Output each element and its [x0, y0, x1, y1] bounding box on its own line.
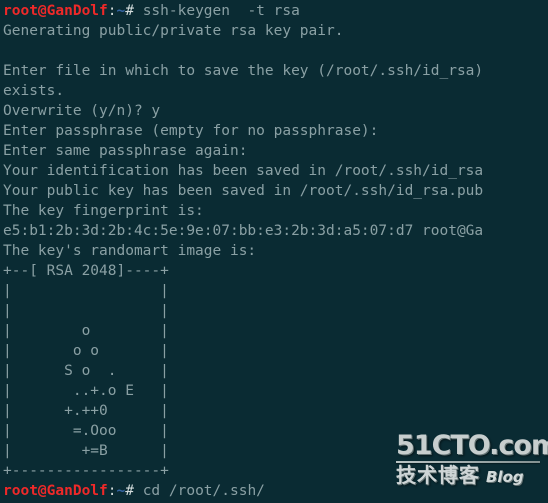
terminal-output-line: | S o . |	[3, 363, 169, 379]
terminal-output-line: Enter file in which to save the key (/ro…	[3, 63, 484, 79]
terminal-output-line: Your identification has been saved in /r…	[3, 163, 484, 179]
terminal-output-line: | o |	[3, 323, 169, 339]
terminal-output-line: exists.	[3, 83, 65, 99]
terminal-output-line: +-----------------+	[3, 463, 169, 479]
prompt-hash: #	[125, 483, 134, 499]
terminal-output-line: Overwrite (y/n)? y	[3, 103, 161, 119]
prompt-user-host: root@GanDolf	[3, 483, 108, 499]
prompt-tilde: ~	[116, 3, 126, 19]
terminal-output-line: Your public key has been saved in /root/…	[3, 183, 484, 199]
terminal-prompt-line: root@GanDolf:~# ssh-keygen -t rsa	[1, 1, 548, 21]
terminal-output-line: The key's randomart image is:	[3, 243, 257, 259]
prompt-colon: :	[107, 3, 117, 19]
prompt-hash: #	[125, 3, 134, 19]
terminal-output-line: Enter same passphrase again:	[3, 143, 248, 159]
prompt-user-host: root@GanDolf	[3, 3, 108, 19]
terminal-output-line: | ..+.o E |	[3, 383, 169, 399]
prompt-colon: :	[107, 483, 117, 499]
prompt-tilde: ~	[116, 483, 126, 499]
terminal-output-line: Enter passphrase (empty for no passphras…	[3, 123, 379, 139]
terminal-output: root@GanDolf:~# ssh-keygen -t rsa Generat…	[1, 1, 548, 501]
terminal-prompt-line: root@GanDolf:~# cd /root/.ssh/	[1, 481, 548, 501]
terminal-output-line: | =.Ooo |	[3, 423, 169, 439]
prompt-command: cd /root/.ssh/	[133, 483, 265, 499]
terminal-output-line: Generating public/private rsa key pair.	[3, 23, 344, 39]
prompt-command: ssh-keygen -t rsa	[133, 3, 300, 19]
terminal-output-line: | |	[3, 283, 169, 299]
terminal-output-line: The key fingerprint is:	[3, 203, 204, 219]
terminal-window[interactable]: root@GanDolf:~# ssh-keygen -t rsa Generat…	[0, 0, 548, 503]
terminal-output-line: | |	[3, 303, 169, 319]
terminal-output-line: | +=B |	[3, 443, 169, 459]
terminal-output-line: | +.++0 |	[3, 403, 169, 419]
terminal-output-line: +--[ RSA 2048]----+	[3, 263, 169, 279]
terminal-output-line: | o o |	[3, 343, 169, 359]
terminal-output-line: e5:b1:2b:3d:2b:4c:5e:9e:07:bb:e3:2b:3d:a…	[3, 223, 484, 239]
